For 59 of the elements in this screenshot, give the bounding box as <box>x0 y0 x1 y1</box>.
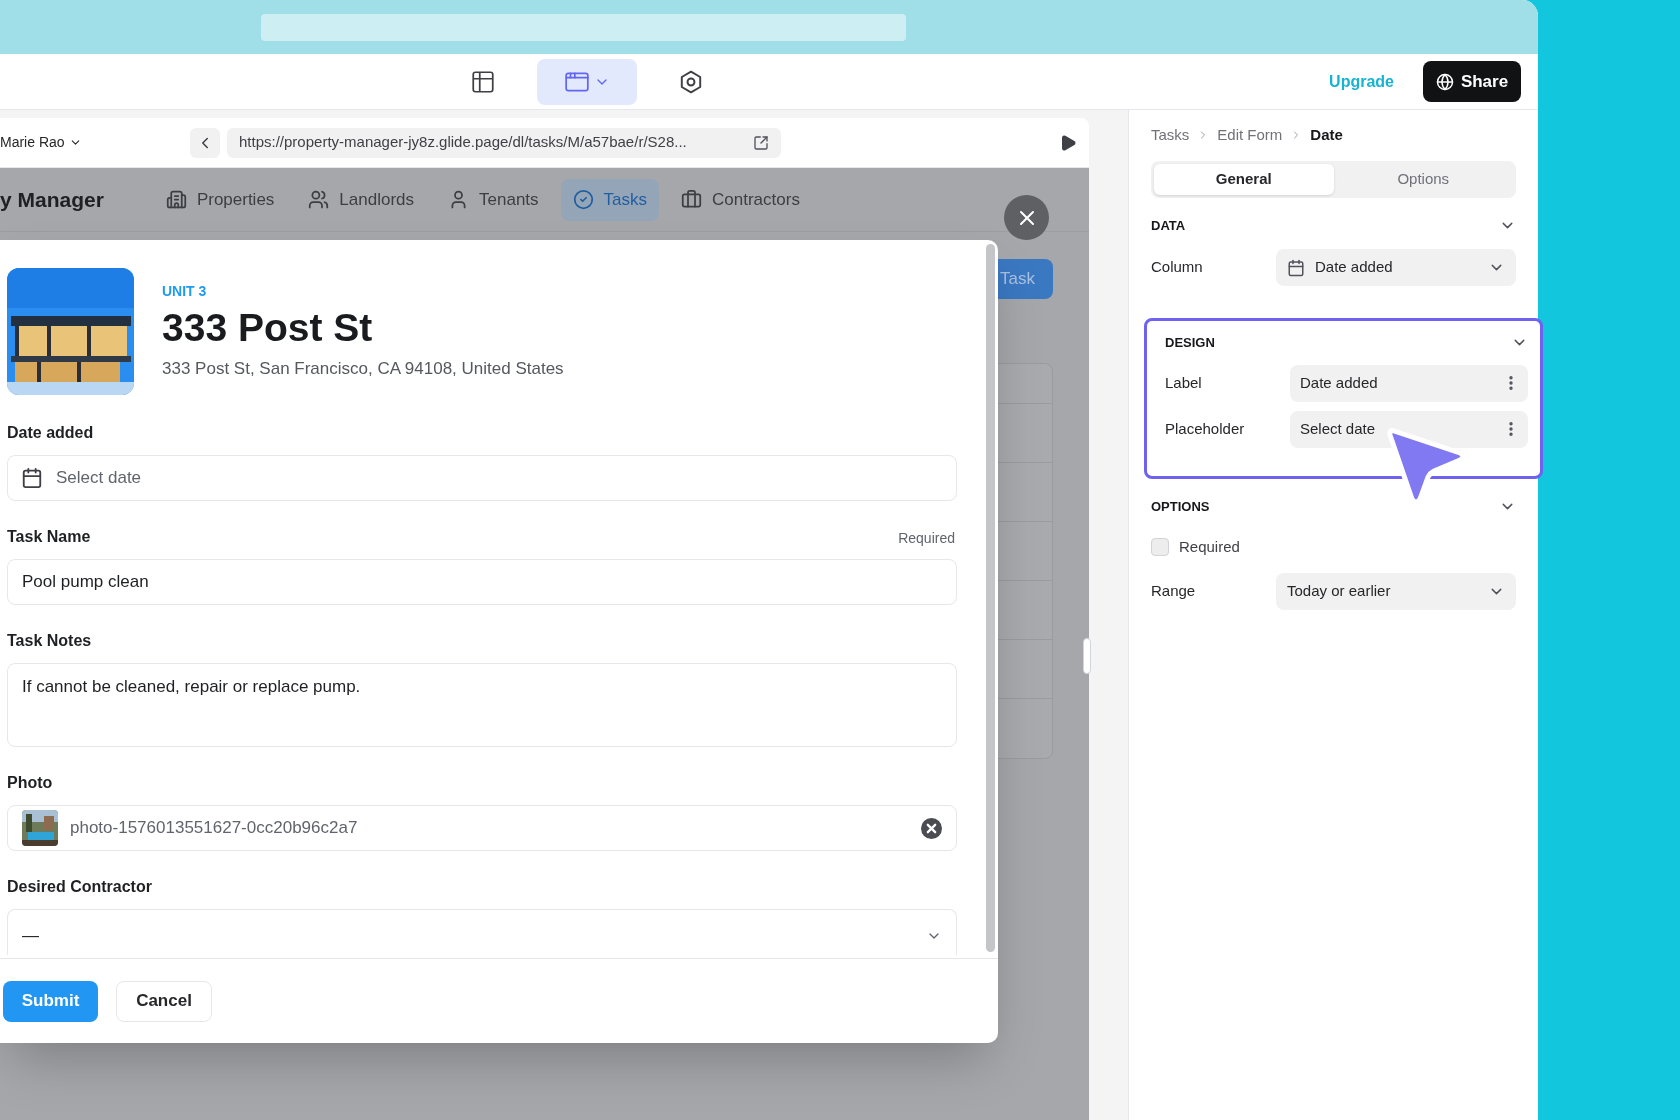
calendar-icon <box>1287 258 1305 277</box>
property-label: Range <box>1151 580 1197 601</box>
notes-field[interactable]: If cannot be cleaned, repair or replace pump. <box>7 663 957 747</box>
property-address: 333 Post St, San Francisco, CA 94108, United States <box>162 358 564 381</box>
cancel-button[interactable]: Cancel <box>116 980 212 1022</box>
property-label: Column <box>1151 257 1204 278</box>
briefcase-icon <box>681 189 703 210</box>
play-icon[interactable] <box>1059 133 1077 152</box>
nav-tab[interactable]: Properties <box>153 178 287 221</box>
field-label: Photo <box>7 773 53 793</box>
field-label: Task Notes <box>7 631 92 651</box>
required-note: Required <box>898 529 955 548</box>
scrollbar[interactable] <box>986 244 995 952</box>
hexagon-icon <box>678 68 704 95</box>
toolbar-view-button[interactable] <box>537 58 637 105</box>
property-select[interactable]: Today or earlier <box>1276 572 1516 610</box>
unit-label: UNIT 3 <box>162 282 208 302</box>
checkbox-label: Required <box>1179 537 1240 557</box>
text-field[interactable]: Pool pump clean <box>7 559 957 605</box>
check-circle-icon <box>572 189 594 210</box>
property-label: Label <box>1165 372 1203 393</box>
clear-icon[interactable] <box>921 817 942 839</box>
photo-field[interactable]: photo-1576013551627-0cc20b96c2a7 <box>7 805 957 851</box>
breadcrumb-link[interactable]: Edit Form <box>1217 124 1283 147</box>
nav-tab[interactable]: Contractors <box>669 178 812 221</box>
property-select[interactable]: Date added <box>1276 249 1516 286</box>
field-label: Date added <box>7 423 94 443</box>
app-title: y Manager <box>0 186 104 213</box>
section-title: OPTIONS <box>1151 497 1210 516</box>
section-title: DATA <box>1151 216 1186 235</box>
field-label: Task Name <box>7 527 91 547</box>
share-button[interactable]: Share <box>1423 61 1521 102</box>
users-icon <box>308 189 330 210</box>
date-field[interactable]: Select date <box>7 455 957 501</box>
breadcrumb-link[interactable]: Date <box>1310 124 1343 147</box>
nav-tab[interactable]: Landlords <box>296 178 427 221</box>
back-button[interactable] <box>190 127 220 158</box>
property-title: 333 Post St <box>162 305 374 352</box>
globe-icon <box>1435 72 1454 91</box>
nav-tab[interactable]: Tenants <box>436 178 551 221</box>
required-checkbox[interactable] <box>1151 538 1169 557</box>
breadcrumb-link[interactable]: Tasks <box>1151 124 1190 147</box>
file-name: photo-1576013551627-0cc20b96c2a7 <box>70 817 359 840</box>
url-field[interactable]: https://property-manager-jy8z.glide.page/dl/tasks/M/a57bae/r/S28... <box>227 127 781 158</box>
external-link-icon[interactable] <box>753 134 769 151</box>
calendar-icon <box>21 467 43 489</box>
property-label: Placeholder <box>1165 418 1246 439</box>
field-label: Desired Contractor <box>7 877 152 897</box>
contractor-select[interactable]: — <box>7 909 957 955</box>
inspector-tab[interactable]: Options <box>1333 163 1513 195</box>
property-field[interactable]: Date added <box>1290 364 1528 402</box>
user-menu[interactable]: Marie Rao <box>0 132 190 153</box>
close-button[interactable] <box>1004 195 1049 240</box>
property-field[interactable]: Select date <box>1290 410 1528 448</box>
section-title: DESIGN <box>1165 334 1215 352</box>
building-icon <box>165 189 187 210</box>
resize-handle[interactable] <box>1083 638 1091 674</box>
table-icon <box>470 68 496 95</box>
inspector-tab[interactable]: General <box>1154 163 1334 195</box>
